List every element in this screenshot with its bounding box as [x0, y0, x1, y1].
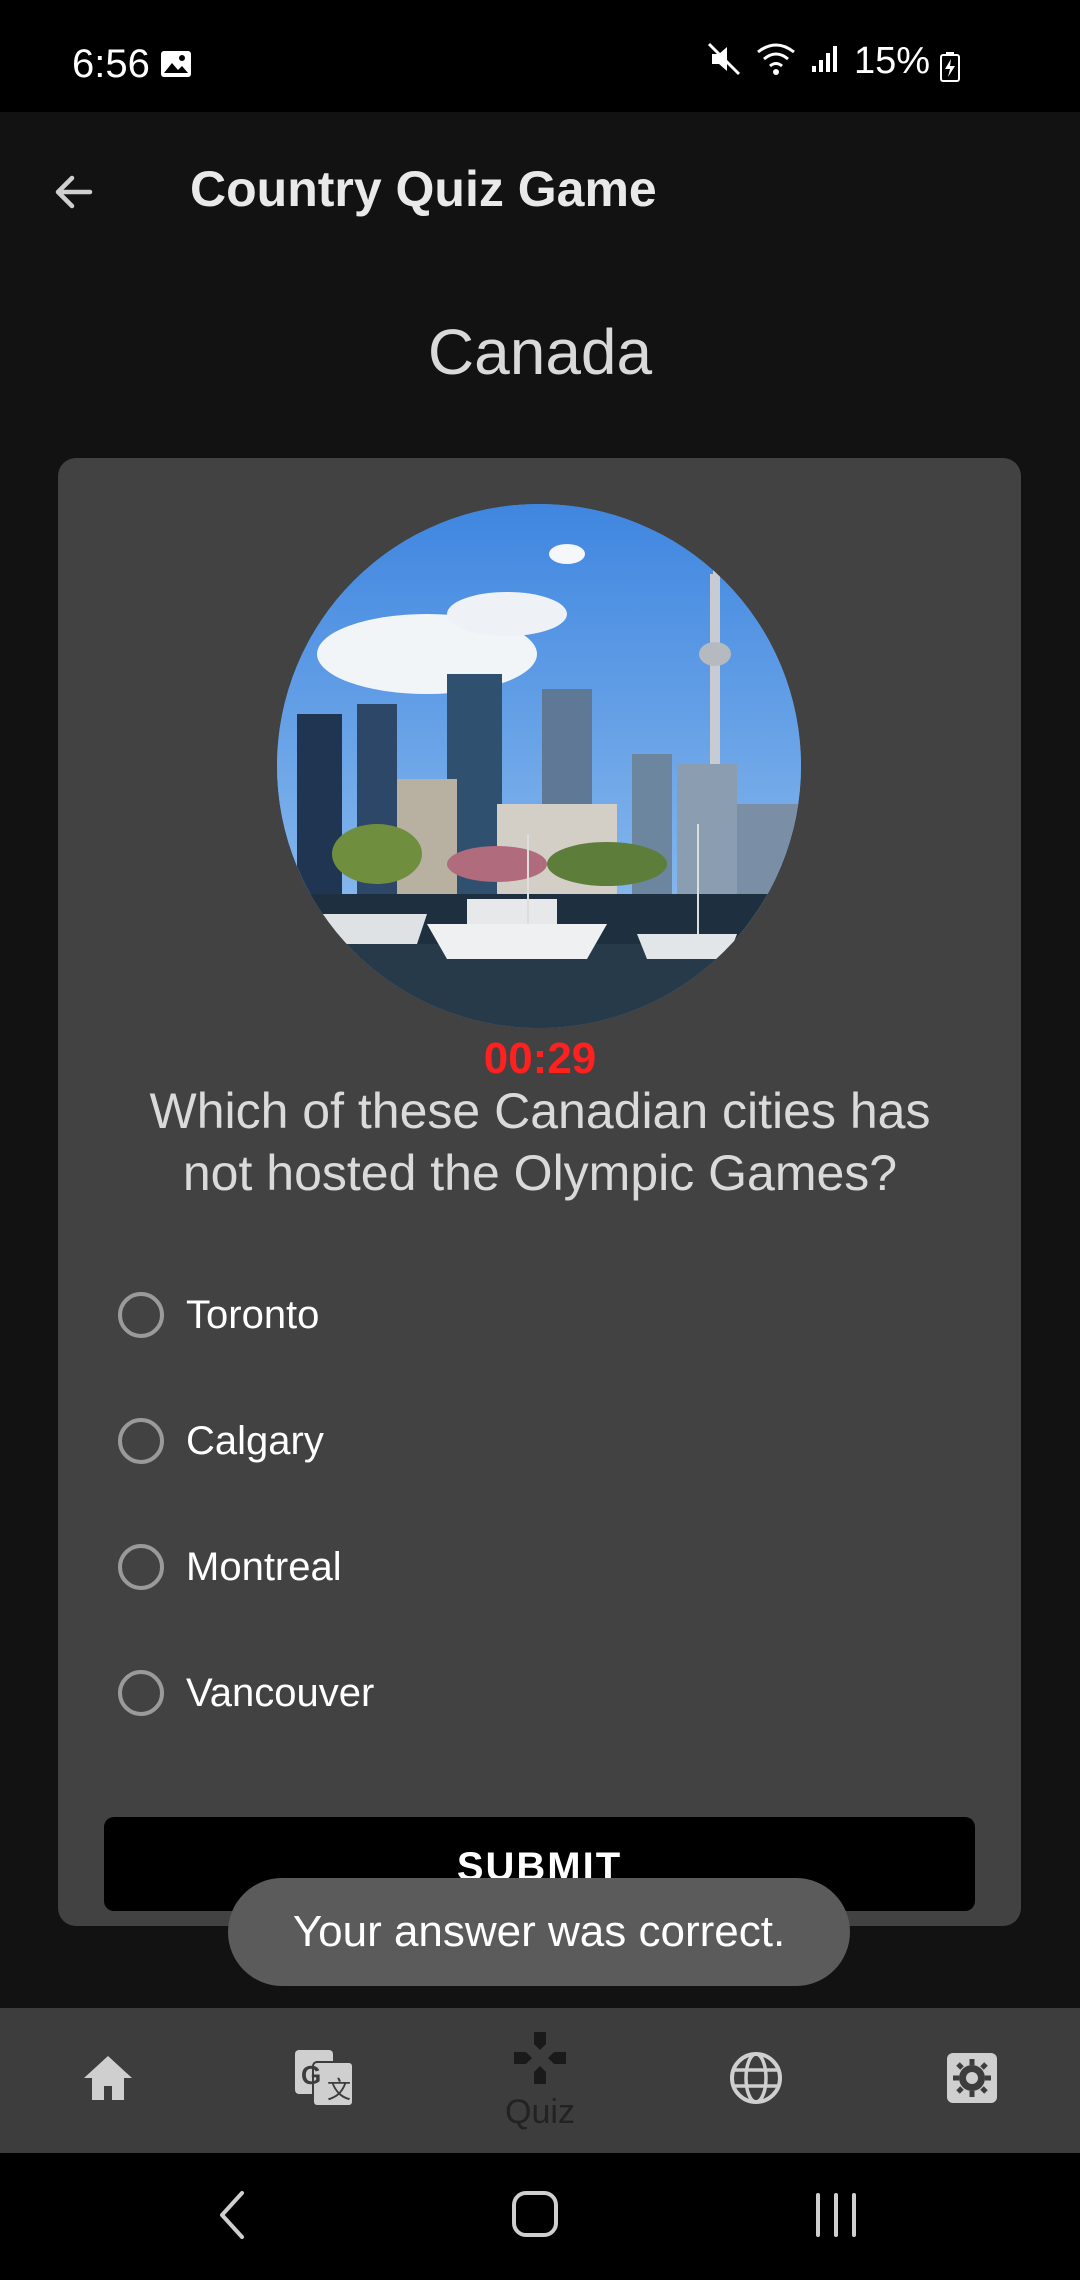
settings-icon [945, 2051, 999, 2110]
nav-quiz-label: Quiz [505, 2092, 575, 2131]
country-photo [277, 504, 801, 1028]
app-title: Country Quiz Game [190, 161, 657, 217]
radio-button[interactable] [118, 1544, 164, 1590]
status-bar: 6:56 15% [0, 0, 1080, 112]
svg-text:G: G [301, 2060, 321, 2090]
system-back-icon[interactable] [212, 2187, 252, 2248]
option-label: Calgary [186, 1418, 324, 1463]
system-recents-icon[interactable] [812, 2191, 862, 2244]
home-icon [80, 2052, 136, 2109]
globe-icon [728, 2050, 784, 2111]
wifi-icon [756, 42, 796, 81]
image-notification-icon [160, 50, 192, 83]
gamepad-icon [512, 2030, 568, 2091]
option-vancouver[interactable]: Vancouver [118, 1653, 918, 1733]
option-label: Montreal [186, 1544, 342, 1589]
nav-home[interactable] [58, 2008, 158, 2153]
nav-globe[interactable] [706, 2008, 806, 2153]
radio-button[interactable] [118, 1670, 164, 1716]
option-calgary[interactable]: Calgary [118, 1401, 918, 1481]
battery-charging-icon [940, 52, 960, 87]
radio-button[interactable] [118, 1418, 164, 1464]
nav-settings[interactable] [922, 2008, 1022, 2153]
country-title: Canada [427, 316, 653, 388]
system-home-icon[interactable] [510, 2189, 560, 2244]
status-icons: 15% [706, 40, 930, 83]
option-label: Vancouver [186, 1670, 375, 1715]
radio-button[interactable] [118, 1292, 164, 1338]
question-text: Which of these Canadian cities has not h… [149, 1083, 931, 1201]
option-label: Toronto [186, 1292, 320, 1337]
status-time: 6:56 [72, 42, 150, 86]
back-arrow-icon[interactable] [44, 162, 104, 222]
battery-percent: 15% [853, 40, 930, 82]
translate-icon: G文 [293, 2048, 355, 2113]
system-navigation-bar [0, 2153, 1080, 2280]
nav-translate[interactable]: G文 [274, 2008, 374, 2153]
toast-message: Your answer was correct. [228, 1878, 850, 1986]
bottom-navigation: G文 Quiz [0, 2008, 1080, 2153]
option-montreal[interactable]: Montreal [118, 1527, 918, 1607]
countdown-timer: 00:29 [483, 1034, 597, 1083]
svg-text:文: 文 [327, 2076, 351, 2104]
nav-quiz[interactable]: Quiz [490, 2008, 590, 2153]
option-toronto[interactable]: Toronto [118, 1275, 918, 1355]
app-bar: Country Quiz Game [0, 112, 1080, 262]
signal-icon [810, 44, 840, 79]
mute-icon [706, 41, 742, 82]
